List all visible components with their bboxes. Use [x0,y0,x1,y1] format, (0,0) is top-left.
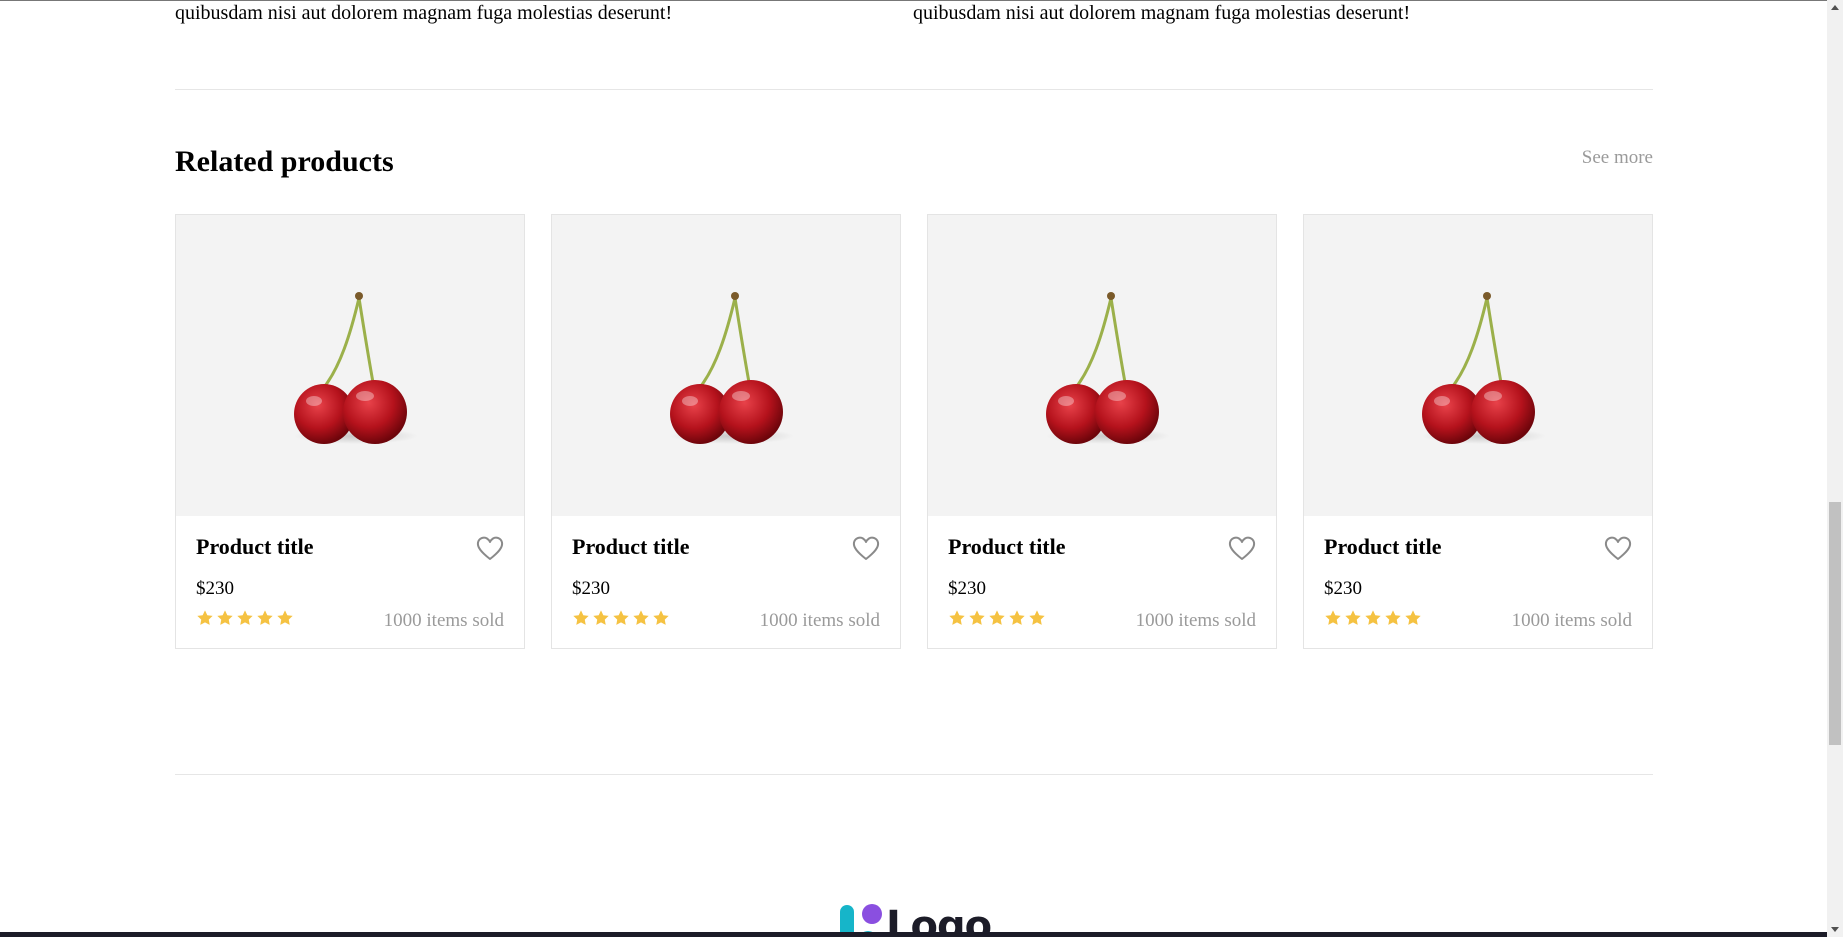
star-icon [1345,610,1361,625]
heart-outline-icon[interactable] [1604,535,1632,561]
product-image[interactable] [928,215,1276,516]
page-content: quibusdam nisi aut dolorem magnam fuga m… [0,0,1827,937]
star-icon [613,610,629,625]
star-icon [1029,610,1045,625]
heart-outline-icon[interactable] [1228,535,1256,561]
product-card[interactable]: Product title $230 1000 items sold [175,214,525,649]
footer-bar [0,932,1827,937]
star-icon [1365,610,1381,625]
cherry-image [1422,291,1546,444]
scroll-down-arrow-icon[interactable] [1831,927,1839,932]
items-sold: 1000 items sold [759,610,880,631]
section-divider [175,89,1653,90]
product-title[interactable]: Product title [196,533,314,561]
star-icon [653,610,669,625]
product-title[interactable]: Product title [1324,533,1442,561]
star-icon [217,610,233,625]
product-price: $230 [948,578,986,599]
heart-outline-icon[interactable] [476,535,504,561]
page-viewport: quibusdam nisi aut dolorem magnam fuga m… [0,0,1843,937]
description-text-left: quibusdam nisi aut dolorem magnam fuga m… [175,2,673,24]
vertical-scrollbar[interactable] [1827,0,1843,937]
product-card[interactable]: Product title $230 1000 items sold [927,214,1277,649]
see-more-link[interactable]: See more [1582,146,1653,170]
star-icon [277,610,293,625]
star-icon [989,610,1005,625]
scroll-up-arrow-icon[interactable] [1831,5,1839,10]
items-sold: 1000 items sold [1511,610,1632,631]
items-sold: 1000 items sold [1135,610,1256,631]
product-card-body: Product title $230 1000 items sold [552,516,900,648]
star-icon [573,610,589,625]
star-icon [197,610,213,625]
rating-stars [196,609,294,627]
description-text-right: quibusdam nisi aut dolorem magnam fuga m… [913,2,1411,24]
heart-outline-icon[interactable] [852,535,880,561]
product-card-body: Product title $230 1000 items sold [1304,516,1652,648]
star-icon [593,610,609,625]
star-icon [633,610,649,625]
star-icon [1405,610,1421,625]
product-price: $230 [572,578,610,599]
rating-stars [1324,609,1422,627]
star-icon [257,610,273,625]
product-card-body: Product title $230 1000 items sold [928,516,1276,648]
product-image[interactable] [176,215,524,516]
star-icon [237,610,253,625]
star-icon [949,610,965,625]
product-price: $230 [196,578,234,599]
product-card[interactable]: Product title $230 1000 items sold [1303,214,1653,649]
related-products-list: Product title $230 1000 items sold Produ… [175,214,1653,649]
related-products-title: Related products [175,145,394,178]
product-card-body: Product title $230 1000 items sold [176,516,524,648]
cherry-image [670,291,794,444]
star-icon [1009,610,1025,625]
rating-stars [948,609,1046,627]
star-icon [1385,610,1401,625]
product-title[interactable]: Product title [572,533,690,561]
star-icon [1325,610,1341,625]
product-title[interactable]: Product title [948,533,1066,561]
product-price: $230 [1324,578,1362,599]
cherry-image [1046,291,1170,444]
scrollbar-thumb[interactable] [1829,502,1841,745]
cherry-image [294,291,418,444]
product-image[interactable] [1304,215,1652,516]
product-card[interactable]: Product title $230 1000 items sold [551,214,901,649]
rating-stars [572,609,670,627]
items-sold: 1000 items sold [383,610,504,631]
footer-divider [175,774,1653,775]
product-image[interactable] [552,215,900,516]
star-icon [969,610,985,625]
